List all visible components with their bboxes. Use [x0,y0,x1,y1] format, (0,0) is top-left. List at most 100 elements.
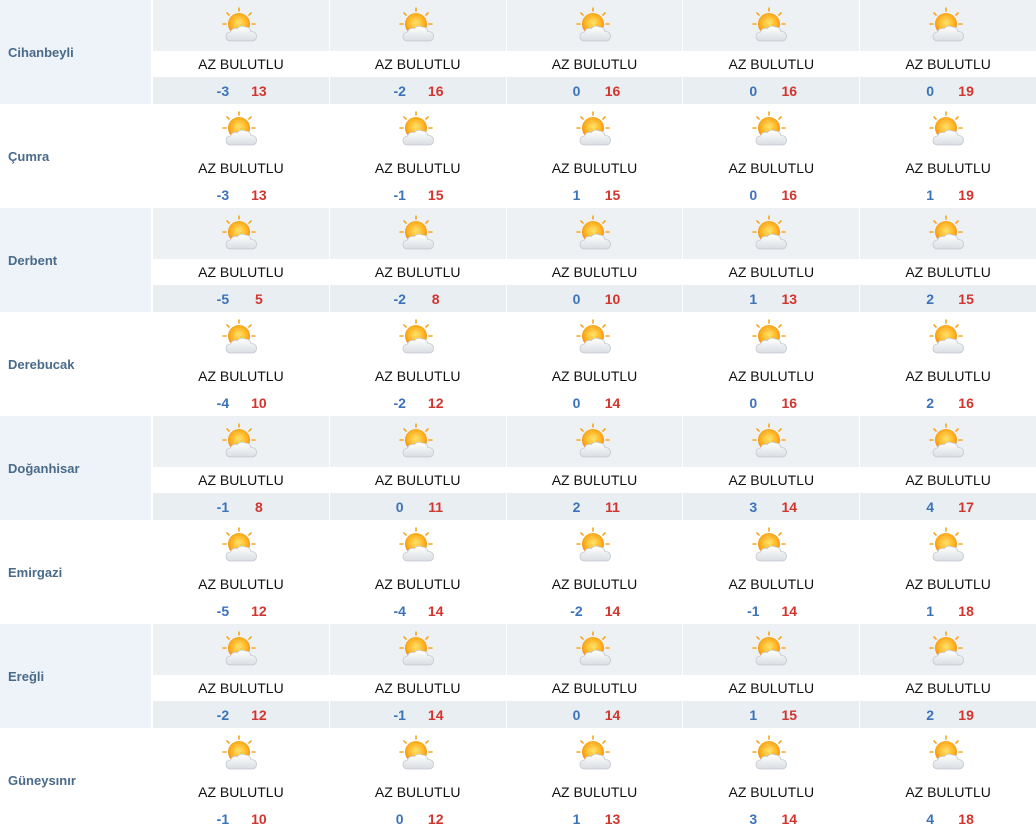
icon-area [330,728,506,779]
partly-cloudy-sun-icon [222,630,257,665]
min-temperature: 0 [572,82,581,99]
partly-cloudy-sun-icon [398,6,434,41]
city-name[interactable]: Derebucak [0,312,151,416]
max-temperature: 16 [781,186,798,203]
partly-cloudy-sun-icon [575,422,611,457]
condition-label: AZ BULUTLU [860,571,1036,597]
partly-cloudy-sun-icon [752,630,788,665]
max-temperature: 15 [781,706,798,723]
condition-label: AZ BULUTLU [506,779,683,805]
max-temperature: 16 [604,82,621,99]
temperature-range: 1 13 [683,285,860,312]
condition-label: AZ BULUTLU [153,675,329,701]
condition-label: AZ BULUTLU [860,363,1036,389]
temperature-range: 1 15 [683,701,860,728]
day-cell: AZ BULUTLU -2 16 [328,0,506,104]
max-temperature: 17 [958,498,974,515]
max-temperature: 16 [958,394,974,411]
condition-label: AZ BULUTLU [860,155,1036,181]
max-temperature: 15 [604,186,621,203]
temperature-range: 4 18 [860,805,1036,832]
city-name[interactable]: Doğanhisar [0,416,152,520]
max-temperature: 10 [251,394,267,411]
partly-cloudy-sun-icon [575,6,611,41]
city-name[interactable]: Ereğli [0,624,152,728]
partly-cloudy-sun-icon [575,318,611,353]
city-row: Doğanhisar AZ BULUTLU -1 8 AZ BULUTLU 0 … [0,416,1036,520]
day-cell: AZ BULUTLU -1 15 [328,104,506,208]
partly-cloudy-sun-icon [575,630,611,665]
icon-area [153,312,329,363]
max-temperature: 8 [431,290,440,307]
day-cell: AZ BULUTLU -1 14 [328,624,506,728]
day-cell: AZ BULUTLU 1 13 [505,728,683,832]
max-temperature: 10 [251,810,267,827]
day-cell: AZ BULUTLU 1 19 [859,104,1036,208]
max-temperature: 14 [427,602,444,619]
partly-cloudy-sun-icon [929,630,964,665]
min-temperature: 0 [395,810,404,827]
city-row: Cihanbeyli AZ BULUTLU -3 13 AZ BULUTLU -… [0,0,1036,104]
city-name[interactable]: Derbent [0,208,152,312]
temperature-range: 2 19 [860,701,1036,728]
partly-cloudy-sun-icon [398,318,434,353]
min-temperature: 4 [926,810,934,827]
temperature-range: 3 14 [683,805,859,832]
day-cell: AZ BULUTLU 2 11 [505,416,683,520]
min-temperature: 0 [749,82,758,99]
day-cells: AZ BULUTLU -1 8 AZ BULUTLU 0 11 AZ BULUT… [151,416,1036,520]
city-name[interactable]: Emirgazi [0,520,151,624]
day-cell: AZ BULUTLU -2 8 [328,208,506,312]
forecast-table: Cihanbeyli AZ BULUTLU -3 13 AZ BULUTLU -… [0,0,1036,832]
day-cell: AZ BULUTLU -1 8 [151,416,329,520]
condition-label: AZ BULUTLU [860,467,1036,493]
city-name[interactable]: Cihanbeyli [0,0,152,104]
day-cell: AZ BULUTLU 1 15 [682,624,860,728]
icon-area [329,208,506,259]
condition-label: AZ BULUTLU [153,363,329,389]
min-temperature: 1 [926,186,934,203]
temperature-range: 0 19 [860,77,1036,104]
temperature-range: -1 14 [329,701,506,728]
icon-area [860,208,1036,259]
temperature-range: 0 16 [683,181,859,208]
city-name[interactable]: Çumra [0,104,151,208]
max-temperature: 14 [781,602,798,619]
day-cell: AZ BULUTLU 2 19 [859,624,1036,728]
temperature-range: 2 15 [860,285,1036,312]
day-cell: AZ BULUTLU -2 12 [151,624,329,728]
max-temperature: 12 [251,706,267,723]
icon-area [683,312,859,363]
max-temperature: 13 [604,810,621,827]
min-temperature: 1 [749,290,758,307]
min-temperature: 1 [572,186,581,203]
min-temperature: 2 [926,394,934,411]
condition-label: AZ BULUTLU [506,571,683,597]
condition-label: AZ BULUTLU [860,51,1036,77]
city-row: Emirgazi AZ BULUTLU -5 12 AZ BULUTLU -4 … [0,520,1036,624]
temperature-range: -5 5 [153,285,329,312]
temperature-range: -1 15 [330,181,506,208]
min-temperature: 4 [926,498,934,515]
temperature-range: -1 10 [153,805,329,832]
partly-cloudy-sun-icon [929,6,964,41]
partly-cloudy-sun-icon [398,526,434,561]
city-name[interactable]: Güneysınır [0,728,151,832]
city-row: Derebucak AZ BULUTLU -4 10 AZ BULUTLU -2… [0,312,1036,416]
icon-area [683,0,860,51]
day-cells: AZ BULUTLU -5 12 AZ BULUTLU -4 14 AZ BUL… [151,520,1036,624]
partly-cloudy-sun-icon [752,526,788,561]
icon-area [329,0,506,51]
day-cell: AZ BULUTLU 0 14 [505,624,683,728]
icon-area [330,520,506,571]
day-cell: AZ BULUTLU 1 18 [859,520,1036,624]
temperature-range: -2 16 [329,77,506,104]
condition-label: AZ BULUTLU [506,363,683,389]
partly-cloudy-sun-icon [752,6,788,41]
day-cell: AZ BULUTLU 0 14 [505,312,683,416]
max-temperature: 19 [958,82,974,99]
min-temperature: -1 [393,706,406,723]
temperature-range: 0 16 [683,389,859,416]
max-temperature: 14 [604,602,621,619]
icon-area [153,728,329,779]
